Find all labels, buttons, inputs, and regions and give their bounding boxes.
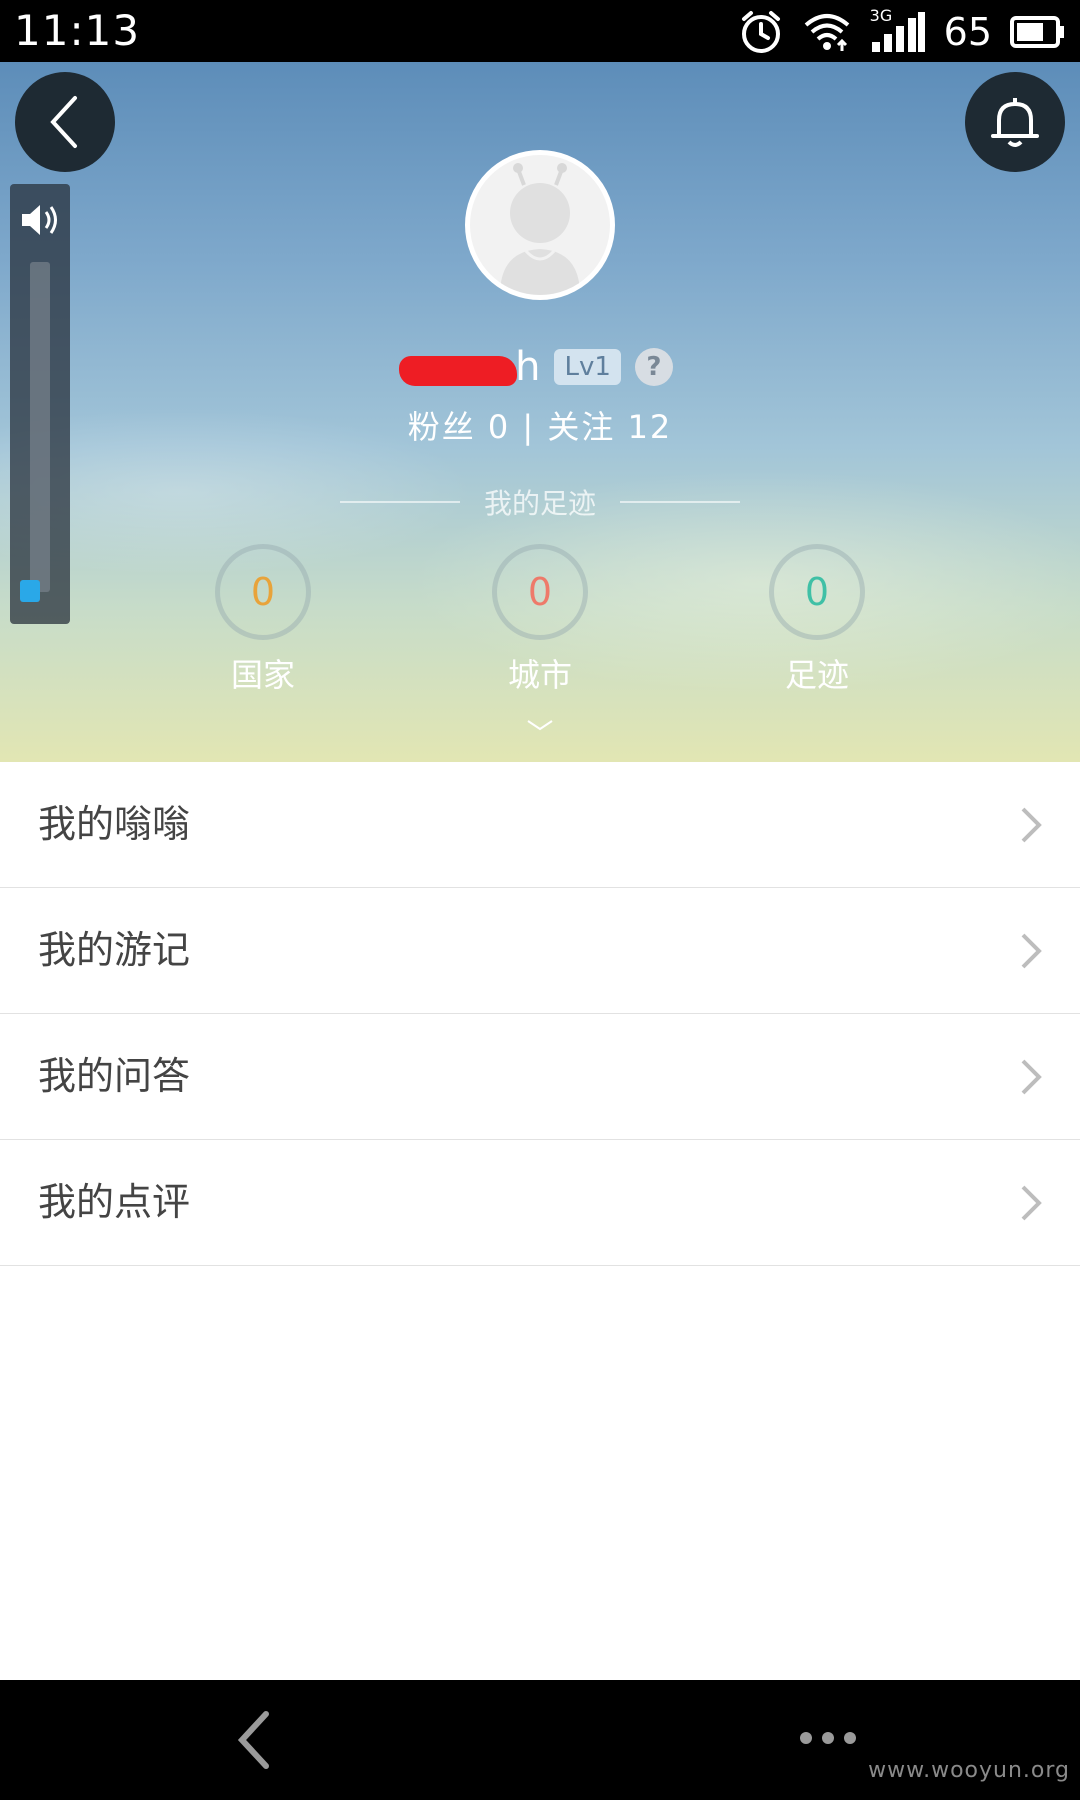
more-options-icon[interactable] xyxy=(798,1730,858,1746)
battery-percent: 65 xyxy=(943,10,992,54)
menu-item-wengweng[interactable]: 我的嗡嗡 xyxy=(0,762,1080,888)
menu-item-travelogues[interactable]: 我的游记 xyxy=(0,888,1080,1014)
help-icon[interactable]: ? xyxy=(634,348,673,386)
nav-back-icon[interactable] xyxy=(236,1710,272,1770)
default-avatar-icon xyxy=(500,163,580,295)
status-bar: 11:13 3G 65 xyxy=(0,0,1080,62)
username: h xyxy=(399,344,540,390)
back-button[interactable] xyxy=(15,72,115,172)
profile-header: h Lv1 ? 粉丝 0 | 关注 12 我的足迹 0 国家 0 城市 0 足迹 xyxy=(0,62,1080,762)
watermark: www.wooyun.org xyxy=(868,1758,1070,1783)
stat-countries-value: 0 xyxy=(215,544,311,640)
volume-slider-thumb[interactable] xyxy=(20,580,40,602)
navigation-bar: www.wooyun.org xyxy=(0,1680,1080,1800)
status-time: 11:13 xyxy=(14,6,141,55)
level-badge[interactable]: Lv1 xyxy=(554,349,621,385)
profile-menu: 我的嗡嗡 我的游记 我的问答 我的点评 xyxy=(0,762,1080,1266)
chevron-right-icon xyxy=(1021,1059,1042,1095)
redaction-mark xyxy=(399,356,518,386)
divider-right xyxy=(620,501,741,503)
speaker-icon xyxy=(22,205,57,235)
chevron-down-icon[interactable] xyxy=(525,718,555,732)
stat-countries-label: 国家 xyxy=(230,656,295,694)
follow-separator: | xyxy=(522,408,536,446)
menu-item-label: 我的嗡嗡 xyxy=(38,802,191,846)
chevron-right-icon xyxy=(1021,933,1042,969)
stat-footprints-label: 足迹 xyxy=(784,656,849,694)
chevron-right-icon xyxy=(1021,807,1042,843)
stat-cities[interactable]: 0 城市 xyxy=(470,544,610,696)
status-icons: 3G 65 xyxy=(738,6,1066,56)
follow-count: 12 xyxy=(627,408,673,446)
follow-stats: 粉丝 0 | 关注 12 xyxy=(0,402,1080,448)
menu-item-label: 我的点评 xyxy=(38,1180,191,1224)
stat-cities-label: 城市 xyxy=(507,656,572,694)
fans-count: 0 xyxy=(487,408,511,446)
footprint-title: 我的足迹 xyxy=(340,482,741,522)
battery-icon xyxy=(1010,16,1064,48)
stat-cities-value: 0 xyxy=(492,544,588,640)
chevron-left-icon xyxy=(50,96,77,148)
bell-icon xyxy=(991,98,1039,147)
chevron-right-icon xyxy=(1021,1185,1042,1221)
menu-item-qa[interactable]: 我的问答 xyxy=(0,1014,1080,1140)
follow-link[interactable]: 关注 12 xyxy=(547,408,672,446)
stat-countries[interactable]: 0 国家 xyxy=(193,544,333,696)
alarm-icon xyxy=(741,11,780,53)
name-row: h Lv1 ? xyxy=(0,340,1080,394)
menu-item-label: 我的问答 xyxy=(38,1054,191,1098)
menu-item-label: 我的游记 xyxy=(38,928,191,972)
wifi-icon xyxy=(804,14,849,51)
notification-button[interactable] xyxy=(965,72,1065,172)
avatar[interactable] xyxy=(465,150,615,300)
stat-footprints-value: 0 xyxy=(769,544,865,640)
stat-footprints[interactable]: 0 足迹 xyxy=(747,544,887,696)
divider-left xyxy=(340,501,460,503)
fans-link[interactable]: 粉丝 0 xyxy=(408,408,511,446)
menu-item-reviews[interactable]: 我的点评 xyxy=(0,1140,1080,1266)
signal-icon: 3G xyxy=(870,6,926,54)
